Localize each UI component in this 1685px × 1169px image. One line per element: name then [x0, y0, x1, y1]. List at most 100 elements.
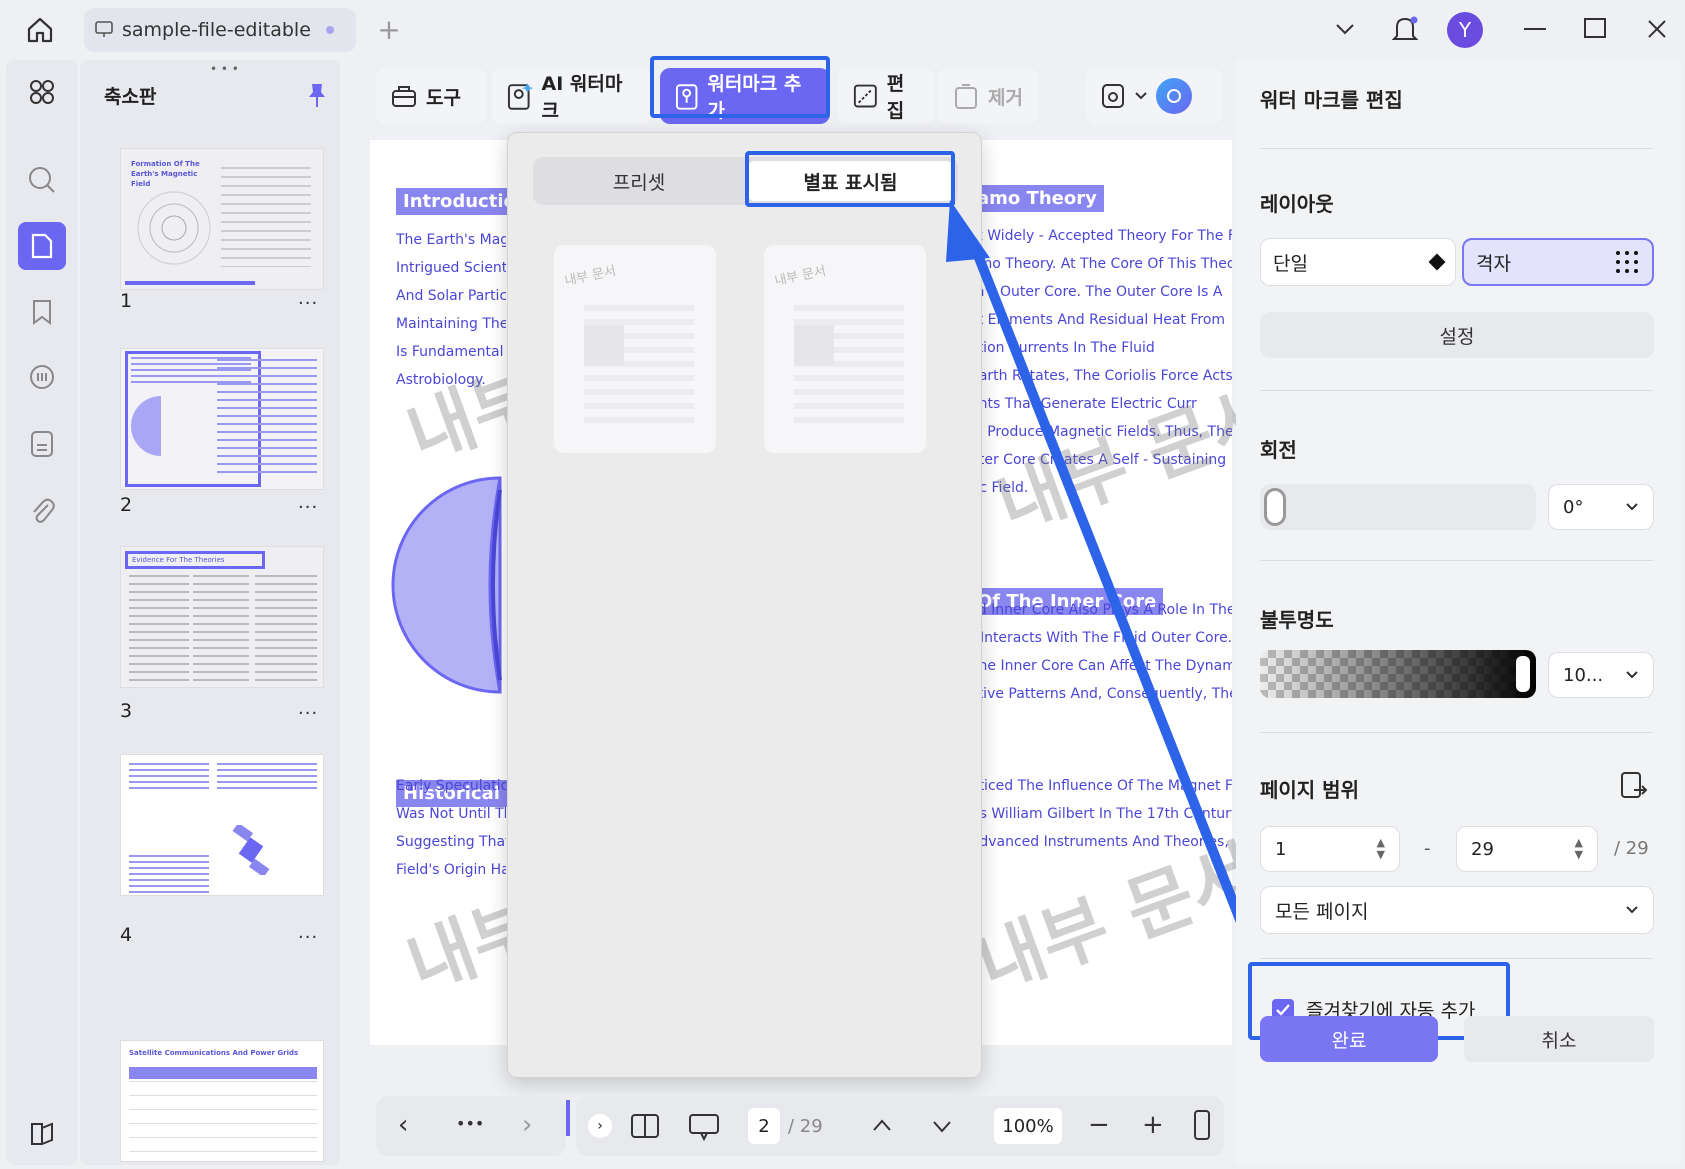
thumbnail-page-2[interactable]: [120, 348, 324, 490]
preview-watermark-text: 내부 문서: [563, 263, 618, 290]
chevron-right-circle-icon[interactable]: ›: [588, 1114, 612, 1138]
edit-watermark-icon: [853, 84, 877, 108]
thumb-more-button[interactable]: ...: [298, 492, 318, 513]
preview-image: [794, 325, 834, 365]
doc-text-line: st Widely - Accepted Theory For The Fo: [970, 228, 1232, 244]
watermark-preview-card[interactable]: 내부 문서: [764, 245, 926, 453]
pin-icon[interactable]: [306, 82, 328, 112]
doc-text-line: th's Outer Core. The Outer Core Is A: [970, 284, 1223, 300]
tab-title: sample-file-editable: [122, 19, 311, 41]
layout-grid-option[interactable]: 격자: [1462, 238, 1654, 286]
doc-text-line: lid Inner Core Also Plays A Role In The: [970, 602, 1232, 618]
doc-text-line: Early Speculation: [396, 778, 506, 794]
thumb-more-button[interactable]: ...: [298, 922, 318, 943]
remove-label: 제거: [988, 86, 1023, 109]
save-icon[interactable]: [1100, 82, 1126, 110]
chevron-down-icon[interactable]: [932, 1120, 952, 1134]
fit-page-icon[interactable]: [1194, 1110, 1210, 1140]
thumbnail-page-5[interactable]: Satellite Communications And Power Grids: [120, 1040, 324, 1162]
avatar[interactable]: Y: [1447, 12, 1483, 48]
grid-dots-icon: [1616, 251, 1638, 273]
chevron-left-icon[interactable]: ‹: [398, 1110, 408, 1140]
form-icon[interactable]: [18, 420, 66, 468]
comment-icon[interactable]: [18, 354, 66, 402]
thumb-more-button[interactable]: ...: [298, 288, 318, 309]
layout-single-label: 단일: [1273, 252, 1308, 275]
doc-text-line: amo Theory. At The Core Of This Theo: [970, 256, 1232, 272]
range-to-value: 29: [1471, 838, 1494, 860]
bookmark-icon[interactable]: [18, 288, 66, 336]
attachment-icon[interactable]: [18, 486, 66, 534]
doc-heading-dynamo: amo Theory: [970, 185, 1104, 212]
apps-icon[interactable]: [18, 68, 66, 116]
opacity-select[interactable]: 10...: [1548, 652, 1654, 698]
page-number-input[interactable]: 2: [748, 1108, 780, 1144]
page-range-swap-icon[interactable]: [1618, 770, 1650, 802]
plus-icon[interactable]: +: [374, 13, 404, 46]
thumb-more-button[interactable]: ...: [298, 698, 318, 719]
edit-button[interactable]: 편집: [838, 68, 934, 124]
thumbnails-icon[interactable]: [18, 222, 66, 270]
opacity-label: 불투명도: [1260, 608, 1334, 632]
opacity-slider[interactable]: [1260, 650, 1536, 698]
close-icon[interactable]: [1642, 14, 1672, 44]
doc-text-line: ct Elements And Residual Heat From: [970, 312, 1226, 328]
more-icon[interactable]: •••: [456, 1114, 484, 1133]
bell-icon[interactable]: [1388, 12, 1422, 46]
thumbnail-page-4[interactable]: [120, 754, 324, 896]
zoom-input[interactable]: 100%: [994, 1108, 1062, 1144]
monitor-icon: [95, 21, 113, 37]
rotation-select[interactable]: 0°: [1548, 484, 1654, 530]
page-select-value: 모든 페이지: [1275, 900, 1369, 923]
preview-lines: [584, 305, 694, 425]
cancel-button[interactable]: 취소: [1464, 1016, 1654, 1062]
rotation-slider-thumb[interactable]: [1264, 488, 1286, 526]
range-from-input[interactable]: 1 ▲ ▼: [1260, 826, 1400, 872]
chevron-right-icon[interactable]: ›: [522, 1110, 532, 1140]
tab-preset[interactable]: 프리셋: [533, 157, 745, 205]
home-icon[interactable]: [20, 10, 60, 50]
book-view-icon[interactable]: [630, 1112, 660, 1140]
text-cursor: [566, 1100, 570, 1136]
doc-text-line: The Inner Core Can Affect The Dynamic: [970, 658, 1232, 674]
minimize-icon[interactable]: [1524, 28, 1546, 30]
ai-assistant-icon[interactable]: [1156, 78, 1192, 114]
thumb-progress: [125, 281, 255, 285]
doc-text-line: As William Gilbert In The 17th Century: [970, 806, 1232, 822]
search-icon[interactable]: [18, 156, 66, 204]
document-tab[interactable]: sample-file-editable: [84, 8, 356, 52]
watermark-preview-card[interactable]: 내부 문서: [554, 245, 716, 453]
divider: [1260, 560, 1653, 561]
rotation-slider[interactable]: [1260, 484, 1536, 530]
watermark-toolbar: 도구 AI 워터마크 워터마크 추가 편집 제거: [368, 56, 1230, 136]
stepper-icon[interactable]: ▲ ▼: [1377, 837, 1385, 861]
thumbnail-page-1[interactable]: Formation Of The Earth's Magnetic Field: [120, 148, 324, 290]
resize-handle[interactable]: • • •: [210, 62, 239, 76]
chevron-down-icon[interactable]: [1330, 14, 1360, 44]
thumb-number: 2: [120, 494, 133, 516]
opacity-slider-thumb[interactable]: [1516, 656, 1530, 692]
presentation-icon[interactable]: [688, 1112, 720, 1142]
maximize-icon[interactable]: [1584, 18, 1606, 38]
settings-button[interactable]: 설정: [1260, 312, 1654, 358]
remove-button[interactable]: 제거: [938, 68, 1038, 124]
layout-single-option[interactable]: 단일: [1260, 238, 1456, 286]
page-select[interactable]: 모든 페이지: [1260, 886, 1654, 934]
satellite-icon: [232, 825, 270, 875]
done-button[interactable]: 완료: [1260, 1016, 1438, 1062]
save-options-group: [1086, 68, 1222, 124]
panel-title: 워터 마크를 편집: [1260, 88, 1403, 112]
zoom-in-icon[interactable]: +: [1142, 1110, 1164, 1140]
zoom-out-icon[interactable]: −: [1088, 1110, 1110, 1140]
layout-label: 레이아웃: [1260, 192, 1334, 216]
range-to-input[interactable]: 29 ▲ ▼: [1456, 826, 1598, 872]
tools-button[interactable]: 도구: [376, 68, 486, 124]
thumb-number: 4: [120, 924, 133, 946]
chevron-down-icon[interactable]: [1134, 91, 1148, 101]
thumbnail-page-3[interactable]: Evidence For The Theories: [120, 546, 324, 688]
opacity-value: 10...: [1563, 664, 1604, 686]
chevron-up-icon[interactable]: [872, 1118, 892, 1132]
ai-watermark-button[interactable]: AI 워터마크: [492, 68, 652, 124]
layers-icon[interactable]: [18, 1110, 66, 1158]
stepper-icon[interactable]: ▲ ▼: [1575, 837, 1583, 861]
